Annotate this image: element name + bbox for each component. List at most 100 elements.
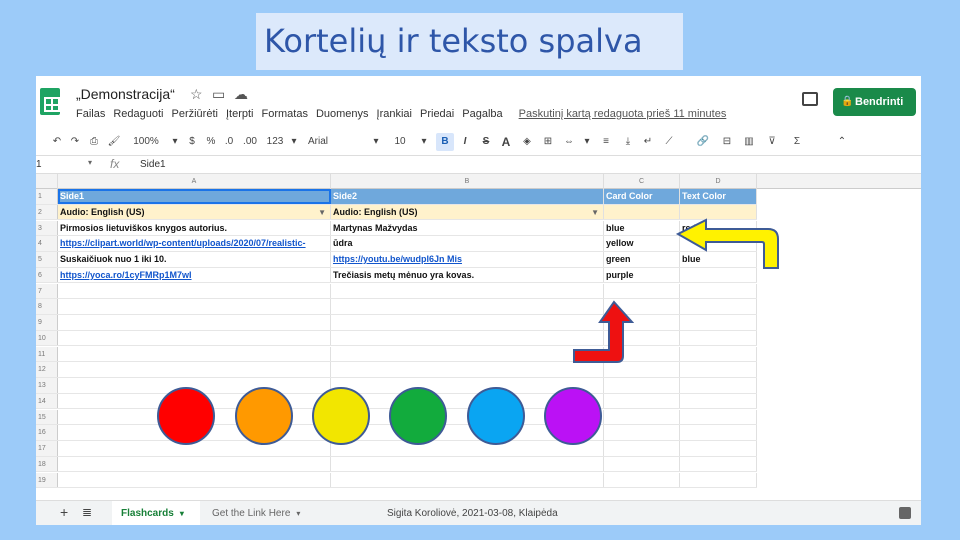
print-icon[interactable]: ⎙ <box>84 136 104 147</box>
row-number[interactable]: 5 <box>36 252 58 267</box>
cell-d[interactable]: Text Color <box>680 189 757 204</box>
cell-c[interactable] <box>604 362 680 377</box>
cell-a[interactable] <box>58 346 331 362</box>
cell-b[interactable]: Trečiasis metų mėnuo yra kovas. <box>331 267 604 283</box>
cell-c[interactable] <box>604 472 680 488</box>
add-sheet-icon[interactable]: + <box>60 504 68 520</box>
menu-insert[interactable]: Įterpti <box>226 108 254 120</box>
cell-c[interactable] <box>604 378 680 393</box>
chevron-down-icon[interactable]: ▾ <box>168 136 182 147</box>
row-number[interactable]: 14 <box>36 393 58 409</box>
menu-tools[interactable]: Įrankiai <box>377 108 412 120</box>
insert-comment-icon[interactable]: ⊟ <box>716 136 738 147</box>
cell-d[interactable] <box>680 283 757 299</box>
chevron-down-icon[interactable]: ▾ <box>288 136 300 147</box>
cell-a[interactable]: https://yoca.ro/1cyFMRp1M7wI <box>58 267 331 283</box>
cell-a[interactable] <box>58 456 331 472</box>
cell-b[interactable]: Audio: English (US) ▼ <box>331 204 604 220</box>
row-number[interactable]: 18 <box>36 456 58 472</box>
menu-view[interactable]: Peržiūrėti <box>172 108 218 120</box>
cell-c[interactable] <box>604 393 680 409</box>
tab-flashcards[interactable]: Flashcards ▾ <box>112 501 200 525</box>
paint-format-icon[interactable]: 🖌 <box>104 136 124 147</box>
redo-icon[interactable]: ↷ <box>66 136 84 147</box>
zoom-select[interactable]: 100% <box>124 136 168 147</box>
italic-button[interactable]: I <box>454 136 476 147</box>
cell-a[interactable]: Audio: English (US) ▼ <box>58 204 331 220</box>
row-number[interactable]: 12 <box>36 362 58 377</box>
name-box[interactable]: 1 <box>36 159 96 170</box>
dropdown-caret-icon[interactable]: ▼ <box>591 205 599 220</box>
chevron-down-icon[interactable]: ▾ <box>88 158 92 167</box>
cell-d[interactable] <box>680 346 757 362</box>
menu-format[interactable]: Formatas <box>261 108 307 120</box>
document-title[interactable]: „Demonstracija“ <box>76 86 175 102</box>
filter-icon[interactable]: ⊽ <box>760 136 784 147</box>
cell-b[interactable] <box>331 472 604 488</box>
cell-b[interactable]: ūdra <box>331 236 604 251</box>
formula-input[interactable]: Side1 <box>140 159 166 170</box>
cell-b[interactable]: Martynas Mažvydas <box>331 220 604 236</box>
row-number[interactable]: 11 <box>36 346 58 362</box>
row-number[interactable]: 3 <box>36 220 58 236</box>
sheets-logo-icon[interactable] <box>40 88 60 115</box>
strikethrough-button[interactable]: S <box>476 136 496 147</box>
column-header-a[interactable]: A <box>58 174 331 189</box>
cell-c[interactable]: purple <box>604 267 680 283</box>
cell-a[interactable] <box>58 283 331 299</box>
horizontal-align-icon[interactable]: ≡ <box>594 136 618 147</box>
undo-icon[interactable]: ↶ <box>48 136 66 147</box>
cell-d[interactable] <box>680 472 757 488</box>
menu-file[interactable]: Failas <box>76 108 105 120</box>
cell-d[interactable] <box>680 378 757 393</box>
cell-b[interactable] <box>331 330 604 346</box>
currency-format-button[interactable]: $ <box>182 136 202 147</box>
cell-d[interactable] <box>680 456 757 472</box>
row-number[interactable]: 9 <box>36 315 58 330</box>
menu-addons[interactable]: Priedai <box>420 108 454 120</box>
all-sheets-icon[interactable]: ≣ <box>82 505 92 519</box>
font-select[interactable]: Arial <box>300 136 370 147</box>
cell-a[interactable] <box>58 299 331 314</box>
insert-link-icon[interactable]: 🔗 <box>690 136 716 147</box>
chevron-down-icon[interactable]: ▾ <box>580 136 594 147</box>
cell-b[interactable]: Side2 <box>331 189 604 204</box>
cell-c[interactable]: yellow <box>604 236 680 251</box>
cell-b[interactable] <box>331 299 604 314</box>
menu-edit[interactable]: Redaguoti <box>113 108 163 120</box>
row-number[interactable]: 6 <box>36 267 58 283</box>
more-formats-button[interactable]: 123 <box>262 136 288 147</box>
cell-d[interactable] <box>680 393 757 409</box>
dropdown-caret-icon[interactable]: ▼ <box>318 205 326 220</box>
menu-help[interactable]: Pagalba <box>462 108 502 120</box>
chevron-down-icon[interactable]: ▾ <box>180 509 184 518</box>
cell-c[interactable] <box>604 456 680 472</box>
column-header-d[interactable]: D <box>680 174 757 189</box>
cell-d[interactable] <box>680 362 757 377</box>
cell-c[interactable] <box>604 204 680 220</box>
cell-c[interactable] <box>604 283 680 299</box>
cell-d[interactable] <box>680 315 757 330</box>
cell-a[interactable] <box>58 330 331 346</box>
cell-d[interactable] <box>680 299 757 314</box>
row-number[interactable]: 1 <box>36 189 58 204</box>
cell-a[interactable] <box>58 315 331 330</box>
sheet-grid[interactable]: A B C D 1 Side1 Side2 Card Color Text Color 2… <box>36 174 921 492</box>
bold-button[interactable]: B <box>436 132 454 151</box>
row-number[interactable]: 2 <box>36 204 58 220</box>
borders-icon[interactable]: ⊞ <box>538 136 558 147</box>
last-edit-link[interactable]: Paskutinį kartą redaguota prieš 11 minut… <box>519 108 727 120</box>
select-all-corner[interactable] <box>36 174 58 189</box>
column-header-b[interactable]: B <box>331 174 604 189</box>
cell-b[interactable]: https://youtu.be/wudpl6Jn Mis <box>331 252 604 267</box>
cell-c[interactable] <box>604 441 680 456</box>
tab-get-the-link-here[interactable]: Get the Link Here ▾ <box>204 501 308 525</box>
cell-a[interactable]: Suskaičiuok nuo 1 iki 10. <box>58 252 331 267</box>
star-icon[interactable]: ☆ <box>190 86 203 103</box>
chevron-down-icon[interactable]: ▾ <box>296 509 300 518</box>
vertical-align-icon[interactable]: ⤓ <box>618 136 638 147</box>
cell-c[interactable]: green <box>604 252 680 267</box>
row-number[interactable]: 10 <box>36 330 58 346</box>
move-folder-icon[interactable]: ▭ <box>212 86 225 103</box>
row-number[interactable]: 13 <box>36 378 58 393</box>
